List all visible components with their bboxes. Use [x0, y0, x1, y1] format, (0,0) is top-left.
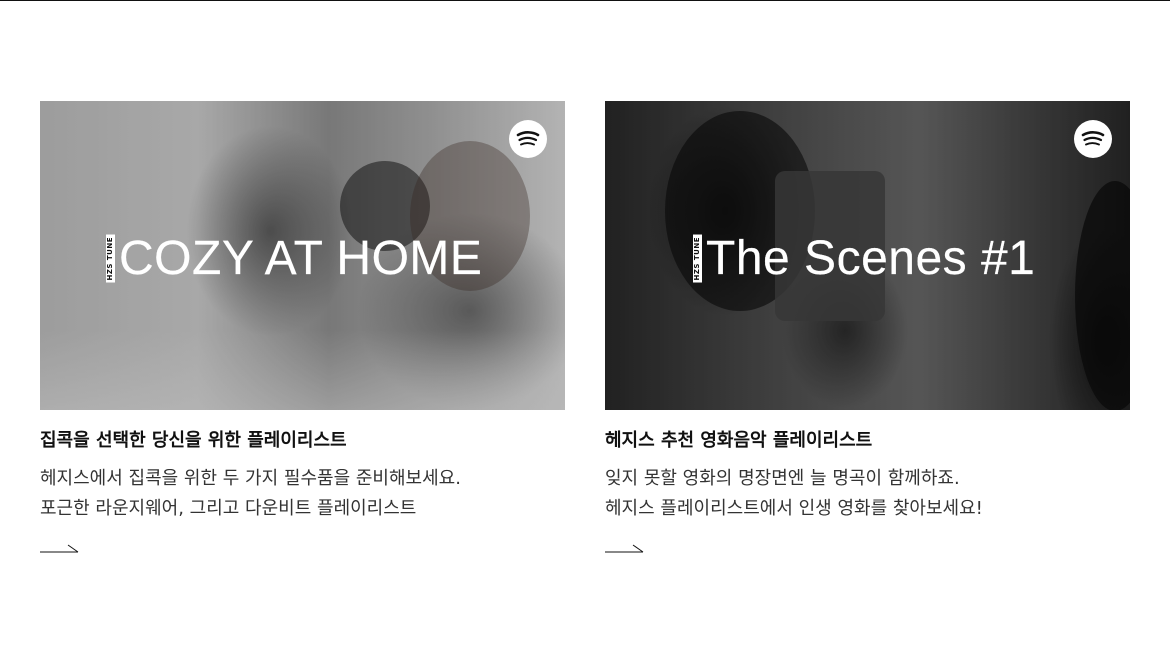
- overlay-title-text: The Scenes #1: [706, 232, 1036, 285]
- description-line: 헤지스 플레이리스트에서 인생 영화를 찾아보세요!: [605, 498, 983, 519]
- playlist-thumbnail[interactable]: HZS TUNE The Scenes #1: [605, 101, 1130, 410]
- brand-tag: HZS TUNE: [106, 235, 115, 283]
- overlay-title-text: COZY AT HOME: [119, 232, 483, 285]
- card-headline[interactable]: 집콕을 선택한 당신을 위한 플레이리스트: [40, 430, 565, 452]
- card-headline[interactable]: 헤지스 추천 영화음악 플레이리스트: [605, 430, 1130, 452]
- card-description: 헤지스에서 집콕을 위한 두 가지 필수품을 준비해보세요. 포근한 라운지웨어…: [40, 464, 565, 524]
- playlist-overlay-title: HZS TUNE COZY AT HOME: [106, 234, 482, 284]
- playlist-thumbnail[interactable]: HZS TUNE COZY AT HOME: [40, 101, 565, 410]
- playlist-card-cozy-at-home[interactable]: HZS TUNE COZY AT HOME 집콕을 선택한 당신을 위한 플레이…: [40, 101, 565, 558]
- description-line: 포근한 라운지웨어, 그리고 다운비트 플레이리스트: [40, 498, 417, 519]
- description-line: 헤지스에서 집콕을 위한 두 가지 필수품을 준비해보세요.: [40, 468, 461, 489]
- spotify-icon[interactable]: [1074, 120, 1112, 158]
- spotify-icon[interactable]: [509, 120, 547, 158]
- top-divider: [0, 0, 1170, 1]
- card-description: 잊지 못할 영화의 명장면엔 늘 명곡이 함께하죠. 헤지스 플레이리스트에서 …: [605, 464, 1130, 524]
- description-line: 잊지 못할 영화의 명장면엔 늘 명곡이 함께하죠.: [605, 468, 960, 489]
- playlist-overlay-title: HZS TUNE The Scenes #1: [693, 234, 1035, 284]
- arrow-right-icon[interactable]: [605, 542, 645, 554]
- arrow-right-icon[interactable]: [40, 542, 80, 554]
- brand-tag: HZS TUNE: [693, 235, 702, 283]
- playlist-card-the-scenes[interactable]: HZS TUNE The Scenes #1 헤지스 추천 영화음악 플레이리스…: [605, 101, 1130, 558]
